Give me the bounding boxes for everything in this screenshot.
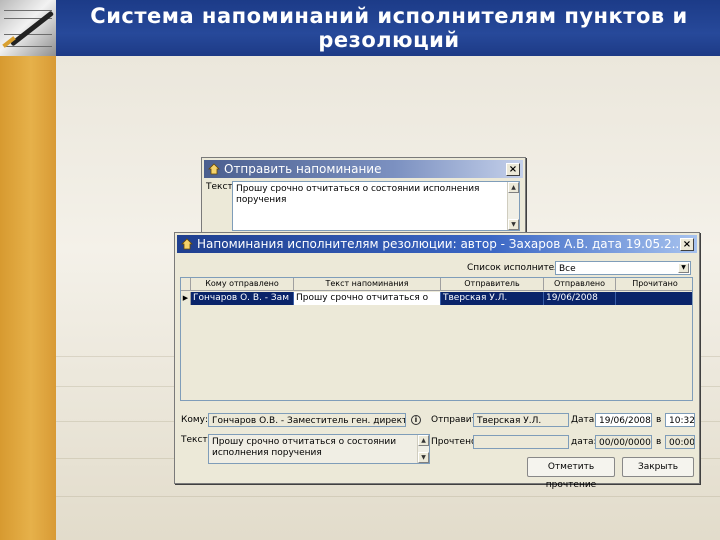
- text-scrollbar[interactable]: ▲ ▼: [417, 435, 429, 463]
- send-reminder-titlebar[interactable]: Отправить напоминание ×: [204, 160, 523, 178]
- scroll-down-icon[interactable]: ▼: [508, 219, 519, 230]
- scroll-down-icon[interactable]: ▼: [418, 452, 429, 463]
- row-indicator-header: [181, 278, 191, 291]
- column-header[interactable]: Прочитано: [616, 278, 692, 291]
- reminder-text-value: Прошу срочно отчитаться о состоянии испо…: [212, 437, 397, 458]
- house-icon: [208, 163, 220, 175]
- close-button[interactable]: Закрыть: [622, 457, 694, 477]
- cell-text: Прошу срочно отчитаться о: [294, 292, 441, 305]
- date2-label: дата:: [571, 437, 597, 447]
- executors-select[interactable]: Все ▼: [555, 261, 691, 275]
- reminder-text-input[interactable]: Прошу срочно отчитаться о состоянии испо…: [232, 181, 520, 231]
- close-icon[interactable]: ×: [680, 238, 694, 251]
- to-field[interactable]: Гончаров О.В. - Заместитель ген. директо…: [208, 413, 406, 427]
- slide-title: Система напоминаний исполнителям пунктов…: [90, 4, 688, 52]
- table-row[interactable]: ▶ Гончаров О. В. - Зам Прошу срочно отчи…: [181, 292, 692, 305]
- cell-sender: Тверская У.Л.: [441, 292, 544, 305]
- read-label: Прочтено: [431, 437, 477, 447]
- column-header[interactable]: Кому отправлено: [191, 278, 294, 291]
- scroll-up-icon[interactable]: ▲: [418, 435, 429, 446]
- cell-sent: 19/06/2008: [544, 292, 616, 305]
- time-value: 10:32: [669, 416, 695, 426]
- time-field[interactable]: 10:32: [665, 413, 695, 427]
- text-scrollbar[interactable]: ▲ ▼: [507, 182, 519, 230]
- sender-value: Тверская У.Л.: [477, 416, 542, 426]
- house-icon: [181, 238, 193, 250]
- send-reminder-title: Отправить напоминание: [224, 162, 382, 176]
- time-separator: в: [656, 415, 662, 425]
- pen-logo: [0, 0, 56, 56]
- cell-read: [616, 292, 692, 305]
- to-label: Кому:: [181, 415, 209, 425]
- read-date-field[interactable]: 00/00/0000: [595, 435, 652, 449]
- background-texture: [56, 496, 720, 497]
- reminder-text-input[interactable]: Прошу срочно отчитаться о состоянии испо…: [208, 434, 430, 464]
- sender-field[interactable]: Тверская У.Л.: [473, 413, 569, 427]
- reminder-text-value: Прошу срочно отчитаться о состоянии испо…: [236, 184, 480, 205]
- chevron-down-icon[interactable]: ▼: [678, 263, 689, 273]
- read-time-value: 00:00: [669, 438, 695, 448]
- read-field[interactable]: [473, 435, 569, 449]
- date-value: 19/06/2008: [599, 416, 651, 426]
- to-value: Гончаров О.В. - Заместитель ген. директо…: [212, 416, 406, 426]
- executors-value: Все: [559, 264, 576, 274]
- reminders-title: Напоминания исполнителям резолюции: авто…: [197, 237, 684, 251]
- read-time-field[interactable]: 00:00: [665, 435, 695, 449]
- text-label: Текст:: [181, 435, 211, 445]
- mark-read-button[interactable]: Отметить прочтение: [527, 457, 615, 490]
- pen-icon: [9, 10, 55, 47]
- scroll-up-icon[interactable]: ▲: [508, 182, 519, 193]
- date-field[interactable]: 19/06/2008: [595, 413, 652, 427]
- reminders-table[interactable]: Кому отправлено Текст напоминания Отправ…: [180, 277, 693, 401]
- row-pointer-icon: ▶: [181, 292, 191, 305]
- column-header[interactable]: Отправлено: [544, 278, 616, 291]
- date-label: Дата:: [571, 415, 598, 425]
- cell-recipient: Гончаров О. В. - Зам: [191, 292, 294, 305]
- send-reminder-window[interactable]: Отправить напоминание × Текст: Прошу сро…: [201, 157, 526, 242]
- close-icon[interactable]: ×: [506, 163, 520, 176]
- read-date-value: 00/00/0000: [599, 438, 651, 448]
- column-header[interactable]: Отправитель: [441, 278, 544, 291]
- slide-side-band: [0, 0, 56, 540]
- column-header[interactable]: Текст напоминания: [294, 278, 441, 291]
- reminders-window[interactable]: Напоминания исполнителям резолюции: авто…: [174, 232, 700, 490]
- time2-separator: в: [656, 437, 662, 447]
- reminders-titlebar[interactable]: Напоминания исполнителям резолюции: авто…: [177, 235, 697, 253]
- table-header: Кому отправлено Текст напоминания Отправ…: [181, 278, 692, 291]
- info-icon[interactable]: i: [411, 415, 421, 425]
